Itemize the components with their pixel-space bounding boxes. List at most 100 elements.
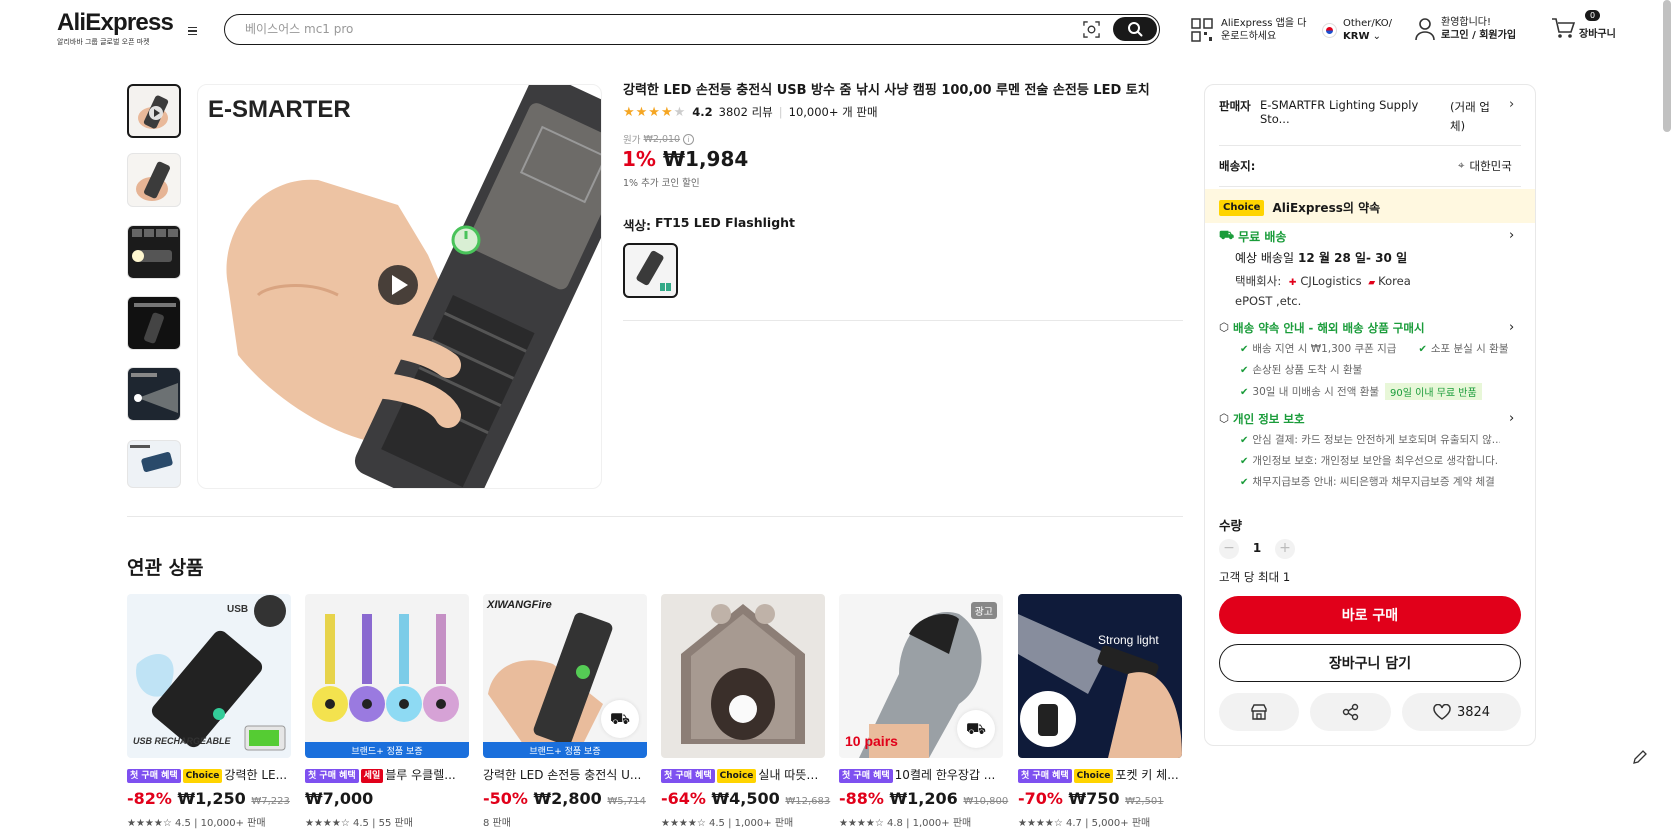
rating-row: ★★★★★ 4.2 3802 리뷰 | 10,000+ 개 판매: [623, 104, 878, 120]
logo-subtitle: 알리바바 그룹 글로벌 오픈 마켓: [57, 38, 150, 46]
image-search-icon[interactable]: [1083, 21, 1100, 38]
card-price: ₩4,500: [711, 789, 780, 808]
promise-title: AliExpress의 약속: [1272, 201, 1381, 215]
svg-text:USB: USB: [227, 604, 248, 615]
cart-count-badge: 0: [1585, 10, 1601, 21]
card-discount: -64%: [661, 789, 706, 808]
heart-icon: [1433, 704, 1451, 720]
welcome-text: 환영합니다!: [1441, 17, 1492, 28]
logo-text: AliExpress: [57, 9, 174, 36]
thumbnail-5[interactable]: [127, 367, 181, 421]
main-product-image[interactable]: E-SMARTER: [197, 84, 602, 489]
thumbnail-6[interactable]: [127, 440, 181, 488]
guarantee-line-3: ✔ 30일 내 미배송 시 전액 환불 90일 이내 무료 반품: [1240, 383, 1482, 400]
first-purchase-tag: 첫 구매 혜택: [305, 769, 359, 783]
related-card-5[interactable]: 10 pairs 광고 ⛟ 첫 구매 혜택 10켤레 한우장갑 ... -88% …: [839, 594, 1008, 829]
check-icon: ✔: [1240, 456, 1249, 467]
quantity-decrease-button[interactable]: −: [1219, 539, 1239, 559]
seller-chevron-icon[interactable]: ›: [1509, 97, 1514, 112]
delivery-prefix: 예상 배송일: [1235, 251, 1295, 265]
qr-code-icon: [1191, 18, 1213, 42]
card-original-price: ₩7,223: [251, 796, 290, 807]
choice-tag: Choice: [716, 769, 757, 783]
related-card-2[interactable]: 브랜드+ 정품 보증 첫 구매 혜택 세일 블루 우클렐... ₩7,000 ★★★…: [305, 594, 469, 829]
card-price: ₩2,800: [533, 789, 602, 808]
privacy-line-1: ✔ 안심 결제: 카드 정보는 안전하게 보호되며 유출되지 않...: [1240, 432, 1500, 447]
choice-promise-row: Choice AliExpress의 약속: [1219, 199, 1380, 216]
related-card-6[interactable]: Strong light 첫 구매 혜택 Choice 포켓 키 체... -70%…: [1018, 594, 1182, 829]
seller-name[interactable]: E-SMARTFR Lighting Supply Sto...: [1260, 98, 1450, 126]
card-original-price: ₩12,683: [785, 796, 831, 807]
free-shipping-row[interactable]: ⛟ 무료 배송: [1219, 228, 1286, 245]
card-image-text: 10 pairs: [845, 733, 898, 749]
location-pin-icon: ⌖: [1458, 158, 1465, 172]
share-button[interactable]: [1310, 693, 1391, 731]
ship-to-selector[interactable]: ⌖ 대한민국: [1458, 158, 1512, 174]
product-title: 강력한 LED 손전등 충전식 USB 방수 줌 낚시 사냥 캠핑 100,00…: [623, 83, 1150, 98]
guarantee-item: 손상된 상품 도착 시 환불: [1252, 364, 1363, 376]
aliexpress-logo[interactable]: AliExpress 알리바바 그룹 글로벌 오픈 마켓: [57, 9, 174, 47]
korea-flag-icon: [1322, 22, 1337, 38]
quantity-value[interactable]: 1: [1250, 541, 1264, 555]
search-input[interactable]: [245, 20, 1045, 38]
wishlist-button[interactable]: 3824: [1402, 693, 1521, 731]
check-icon: ✔: [1240, 477, 1249, 488]
free-return-badge: 90일 이내 무료 반품: [1385, 383, 1482, 400]
quantity-increase-button[interactable]: +: [1275, 539, 1295, 559]
brand-logo-image-text: E-SMARTER: [208, 96, 351, 123]
search-button[interactable]: [1113, 17, 1157, 41]
guarantee-row[interactable]: ⬡ 배송 약속 안내 - 해외 배송 상품 구매시: [1219, 320, 1425, 336]
rating-stars[interactable]: ★★★★★: [623, 105, 686, 120]
card-discount: -88%: [839, 789, 884, 808]
thumbnail-3[interactable]: [127, 225, 181, 279]
region-selector[interactable]: Other/KO/KRW ⌄: [1322, 17, 1392, 43]
privacy-row[interactable]: ⬡ 개인 정보 보호: [1219, 411, 1305, 427]
review-count[interactable]: 3802 리뷰: [719, 104, 773, 120]
add-to-cart-icon[interactable]: ⛟: [957, 710, 995, 748]
thumbnail-1[interactable]: [127, 84, 181, 138]
buy-now-button[interactable]: 바로 구매: [1219, 596, 1521, 634]
related-card-3[interactable]: XIWANGFire ⛟ 브랜드+ 정품 보증 강력한 LED 손전등 충전식 …: [483, 594, 647, 829]
privacy-title: 개인 정보 보호: [1233, 412, 1305, 426]
check-icon: ✔: [1240, 365, 1249, 376]
privacy-item: 안심 결제: 카드 정보는 안전하게 보호되며 유출되지 않...: [1252, 434, 1500, 446]
card-image-text: USB RECHARGEABLE: [133, 736, 232, 746]
first-purchase-tag: 첫 구매 혜택: [127, 769, 181, 783]
check-icon: ✔: [1240, 387, 1249, 398]
card-price: ₩750: [1068, 789, 1120, 808]
thumbnail-4[interactable]: [127, 296, 181, 350]
thumbnail-2[interactable]: [127, 153, 181, 207]
login-link[interactable]: 로그인 / 회원가입: [1441, 30, 1516, 41]
privacy-shield-icon: ⬡: [1219, 411, 1230, 425]
card-title: 10켤레 한우장갑 ...: [894, 768, 996, 782]
guarantee-chevron-icon[interactable]: ›: [1509, 320, 1514, 335]
add-to-cart-button[interactable]: 장바구니 담기: [1219, 644, 1521, 682]
delivery-dates: 12 월 28 일- 30 일: [1298, 251, 1408, 265]
privacy-item: 채무지급보증 안내: 씨티은행과 채무지급보증 계약 체결: [1252, 476, 1495, 488]
app-download[interactable]: AliExpress 앱을 다 운로드하세요: [1191, 17, 1306, 43]
price-row: 1% ₩1,984: [622, 147, 748, 171]
shipping-chevron-icon[interactable]: ›: [1509, 228, 1514, 243]
account-menu[interactable]: 환영합니다! 로그인 / 회원가입: [1415, 16, 1516, 42]
info-divider: [623, 320, 1183, 321]
brand-guarantee-bar: 브랜드+ 정품 보증: [483, 742, 647, 758]
section-divider: [127, 516, 1183, 517]
privacy-chevron-icon[interactable]: ›: [1509, 411, 1514, 426]
info-icon[interactable]: i: [683, 133, 695, 145]
cart-button[interactable]: 0 장바구니: [1551, 10, 1616, 41]
store-button[interactable]: [1219, 693, 1299, 731]
epost-logo-icon: ▰: [1368, 278, 1376, 288]
color-option-ft15[interactable]: [623, 243, 678, 298]
menu-icon[interactable]: [184, 23, 200, 39]
current-price: ₩1,984: [662, 147, 749, 171]
page-scrollbar[interactable]: [1663, 0, 1671, 132]
edit-feedback-icon[interactable]: [1631, 748, 1649, 766]
card-price: ₩1,250: [177, 789, 246, 808]
choice-tag: Choice: [1073, 769, 1114, 783]
related-title: 연관 상품: [127, 557, 204, 579]
add-to-cart-icon[interactable]: ⛟: [601, 700, 639, 738]
related-card-1[interactable]: USB USB RECHARGEABLE 첫 구매 혜택 Choice 강력한 LE…: [127, 594, 291, 829]
related-card-4[interactable]: 첫 구매 혜택 Choice 실내 따뜻한... -64% ₩4,500 ₩12,6…: [661, 594, 830, 829]
courier-info: 택배회사: ✚ CJLogistics ▰ Korea ePOST ,etc.: [1235, 272, 1495, 310]
card-title: 포켓 키 체...: [1115, 768, 1179, 782]
